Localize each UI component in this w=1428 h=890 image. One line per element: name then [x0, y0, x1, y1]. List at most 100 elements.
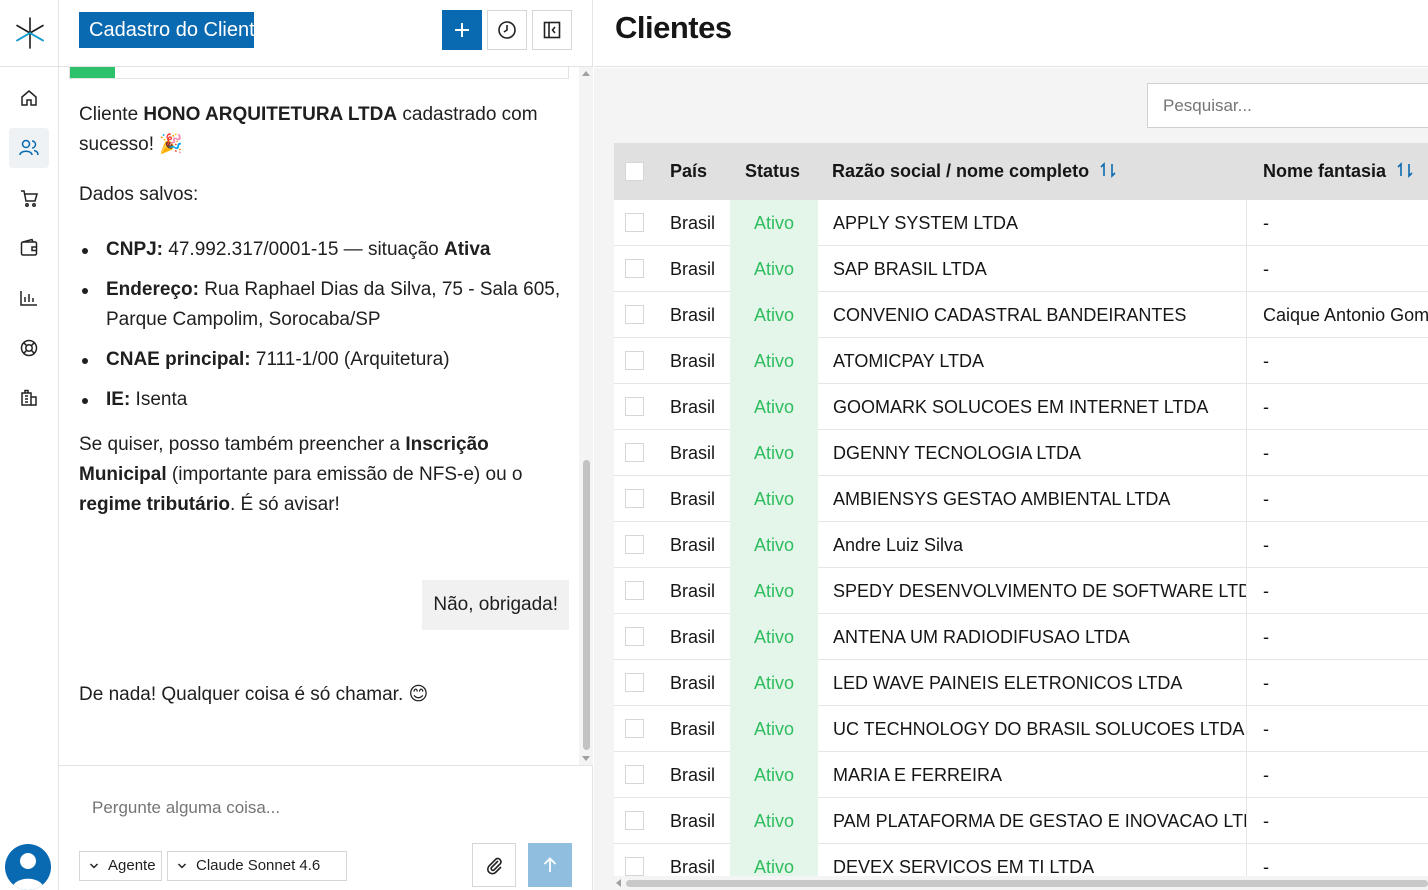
cell-razao-social[interactable]: MARIA E FERREIRA [818, 752, 1247, 798]
search-input[interactable] [1147, 83, 1428, 128]
status-badge: Ativo [730, 476, 818, 522]
collapse-panel-button[interactable] [532, 10, 572, 50]
assistant-chat-panel: Cadastro do Client Cliente HONO ARQUITET… [59, 0, 593, 890]
table-row[interactable]: Brasil Ativo SAP BRASIL LTDA - [614, 246, 1428, 292]
plus-icon [455, 23, 469, 37]
table-row[interactable]: Brasil Ativo UC TECHNOLOGY DO BRASIL SOLUC… [614, 706, 1428, 752]
nav-wallet[interactable] [9, 228, 49, 268]
brand-logo[interactable] [0, 0, 59, 67]
cell-razao-social[interactable]: ANTENA UM RADIODIFUSAO LTDA [818, 614, 1247, 660]
row-checkbox[interactable] [625, 811, 644, 830]
sort-icon[interactable] [1099, 161, 1117, 179]
row-checkbox[interactable] [625, 351, 644, 370]
cell-razao-social[interactable]: Andre Luiz Silva [818, 522, 1247, 568]
cell-nome-fantasia: - [1263, 443, 1269, 463]
chat-scrollbar[interactable] [579, 67, 593, 765]
chat-header: Cadastro do Client [59, 0, 593, 67]
nav-cart[interactable] [9, 178, 49, 218]
cell-razao-social[interactable]: AMBIENSYS GESTAO AMBIENTAL LTDA [818, 476, 1247, 522]
row-checkbox[interactable] [625, 535, 644, 554]
cell-razao-social[interactable]: SAP BRASIL LTDA [818, 246, 1247, 292]
chat-title[interactable]: Cadastro do Client [79, 12, 254, 48]
table-row[interactable]: Brasil Ativo MARIA E FERREIRA - [614, 752, 1428, 798]
row-checkbox[interactable] [625, 581, 644, 600]
select-all-checkbox[interactable] [625, 162, 644, 181]
column-razao-social[interactable]: Razão social / nome completo [832, 143, 1117, 200]
cell-razao-social[interactable]: CONVENIO CADASTRAL BANDEIRANTES [818, 292, 1247, 338]
table-row[interactable]: Brasil Ativo APPLY SYSTEM LTDA - [614, 200, 1428, 246]
cell-razao-social[interactable]: DEVEX SERVICOS EM TI LTDA [818, 844, 1247, 876]
table-row[interactable]: Brasil Ativo Andre Luiz Silva - [614, 522, 1428, 568]
nav-support[interactable] [9, 328, 49, 368]
row-checkbox[interactable] [625, 673, 644, 692]
follow-up-offer: Se quiser, posso também preencher a Insc… [79, 434, 523, 515]
model-select[interactable]: Claude Sonnet 4.6 [167, 851, 347, 881]
row-checkbox[interactable] [625, 627, 644, 646]
row-checkbox[interactable] [625, 397, 644, 416]
chat-history-button[interactable] [487, 10, 527, 50]
nav-reports[interactable] [9, 278, 49, 318]
table-row[interactable]: Brasil Ativo CONVENIO CADASTRAL BANDEIRANT… [614, 292, 1428, 338]
sort-icon[interactable] [1396, 161, 1414, 179]
mode-select[interactable]: Agente [79, 851, 162, 881]
scrollbar-thumb[interactable] [583, 460, 590, 750]
table-row[interactable]: Brasil Ativo GOOMARK SOLUCOES EM INTERNET … [614, 384, 1428, 430]
column-nome-fantasia[interactable]: Nome fantasia [1263, 143, 1414, 200]
table-row[interactable]: Brasil Ativo SPEDY DESENVOLVIMENTO DE SOFT… [614, 568, 1428, 614]
progress-bar-fill [70, 67, 115, 78]
prompt-input[interactable] [92, 798, 532, 818]
new-chat-button[interactable] [442, 10, 482, 50]
scroll-down-icon[interactable] [582, 756, 590, 761]
row-checkbox[interactable] [625, 305, 644, 324]
cell-nome-fantasia: - [1263, 857, 1269, 876]
send-button[interactable] [528, 843, 572, 887]
cell-razao-social[interactable]: ATOMICPAY LTDA [818, 338, 1247, 384]
table-row[interactable]: Brasil Ativo AMBIENSYS GESTAO AMBIENTAL LT… [614, 476, 1428, 522]
chevron-down-icon [177, 863, 187, 869]
sidebar-collapse-icon [543, 21, 561, 39]
row-checkbox[interactable] [625, 857, 644, 876]
attach-button[interactable] [472, 843, 516, 887]
status-badge: Ativo [730, 568, 818, 614]
row-checkbox[interactable] [625, 213, 644, 232]
nav-users[interactable] [9, 128, 49, 168]
page-header: Clientes [594, 0, 1428, 67]
cell-razao-social[interactable]: PAM PLATAFORMA DE GESTAO E INOVACAO LTDA [818, 798, 1247, 844]
cell-nome-fantasia: - [1263, 213, 1269, 233]
row-checkbox[interactable] [625, 443, 644, 462]
scroll-left-icon[interactable] [616, 879, 621, 887]
cell-razao-social[interactable]: LED WAVE PAINEIS ELETRONICOS LTDA [818, 660, 1247, 706]
row-checkbox[interactable] [625, 719, 644, 738]
clients-table: País Status Razão social / nome completo… [614, 143, 1428, 876]
nav-home[interactable] [9, 78, 49, 118]
row-checkbox[interactable] [625, 259, 644, 278]
cell-razao-social[interactable]: GOOMARK SOLUCOES EM INTERNET LTDA [818, 384, 1247, 430]
cell-razao-social[interactable]: APPLY SYSTEM LTDA [818, 200, 1247, 246]
chat-messages[interactable]: Cliente HONO ARQUITETURA LTDA cadastrado… [59, 67, 593, 765]
status-badge: Ativo [730, 752, 818, 798]
scrollbar-thumb[interactable] [626, 880, 1428, 887]
column-status[interactable]: Status [745, 143, 800, 200]
cell-razao-social[interactable]: SPEDY DESENVOLVIMENTO DE SOFTWARE LTDA [818, 568, 1247, 614]
nav-company[interactable] [9, 378, 49, 418]
clients-page: Clientes País Status Razão social / nome… [594, 0, 1428, 890]
row-checkbox[interactable] [625, 489, 644, 508]
page-title: Clientes [615, 10, 732, 45]
scroll-up-icon[interactable] [582, 71, 590, 76]
cart-icon [21, 190, 38, 207]
cell-razao-social[interactable]: UC TECHNOLOGY DO BRASIL SOLUCOES LTDA [818, 706, 1247, 752]
user-avatar[interactable] [5, 844, 51, 890]
table-row[interactable]: Brasil Ativo PAM PLATAFORMA DE GESTAO E IN… [614, 798, 1428, 844]
cell-country: Brasil [670, 489, 716, 509]
table-row[interactable]: Brasil Ativo ATOMICPAY LTDA - [614, 338, 1428, 384]
cell-country: Brasil [670, 535, 716, 555]
cell-razao-social[interactable]: DGENNY TECNOLOGIA LTDA [818, 430, 1247, 476]
row-checkbox[interactable] [625, 765, 644, 784]
table-row[interactable]: Brasil Ativo DEVEX SERVICOS EM TI LTDA - [614, 844, 1428, 876]
table-horizontal-scrollbar[interactable] [614, 876, 1428, 890]
table-row[interactable]: Brasil Ativo DGENNY TECNOLOGIA LTDA - [614, 430, 1428, 476]
table-row[interactable]: Brasil Ativo LED WAVE PAINEIS ELETRONICOS … [614, 660, 1428, 706]
table-row[interactable]: Brasil Ativo ANTENA UM RADIODIFUSAO LTDA - [614, 614, 1428, 660]
table-body: Brasil Ativo APPLY SYSTEM LTDA - Brasil Ativo… [614, 200, 1428, 876]
column-country[interactable]: País [670, 143, 707, 200]
